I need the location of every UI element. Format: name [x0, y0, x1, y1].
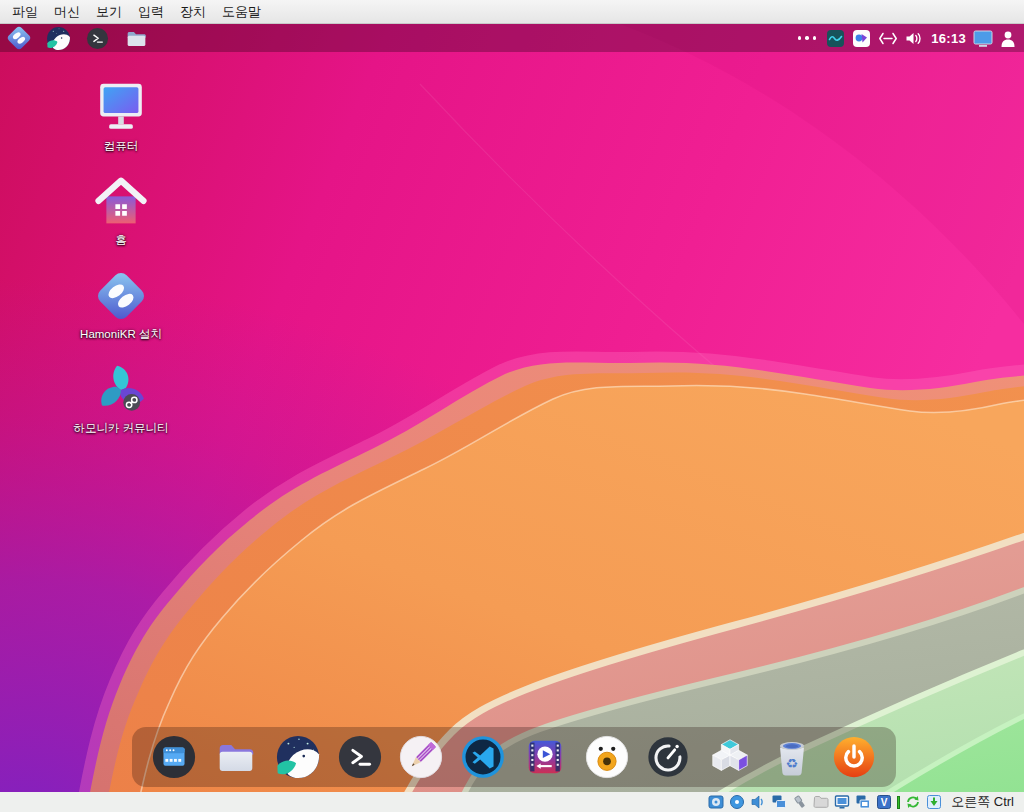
menu-file[interactable]: 파일: [12, 3, 38, 21]
menu-input[interactable]: 입력: [138, 3, 164, 21]
menu-machine[interactable]: 머신: [54, 3, 80, 21]
folder-icon: [124, 26, 149, 51]
tray-overflow-button[interactable]: [798, 36, 817, 40]
display-status-icon[interactable]: [834, 794, 850, 810]
menu-view[interactable]: 보기: [96, 3, 122, 21]
desktop-icon-computer[interactable]: 컴퓨터: [69, 81, 173, 154]
hamonikr-logo-icon: [6, 25, 32, 51]
dock-audio-player[interactable]: [583, 734, 630, 781]
terminal-icon: [337, 734, 383, 780]
usb-status-icon[interactable]: [792, 794, 808, 810]
app-launcher-icon: [151, 734, 197, 780]
menu-help[interactable]: 도움말: [222, 3, 261, 21]
harddisk-status-icon[interactable]: [708, 794, 724, 810]
video-player-icon: [522, 734, 568, 780]
dock-file-manager[interactable]: [213, 734, 260, 781]
volume-tray-icon[interactable]: [905, 31, 924, 46]
desktop-icons: 컴퓨터 홈 HamoniKR 설치 하모니카 커뮤니티: [69, 81, 173, 457]
dock-software-center[interactable]: [707, 734, 754, 781]
dock-video-player[interactable]: [521, 734, 568, 781]
desktop-icon-label: HamoniKR 설치: [80, 327, 162, 342]
audio-player-icon: [584, 734, 630, 780]
clock[interactable]: 16:13: [931, 31, 966, 46]
shared-folders-status-icon[interactable]: [813, 794, 829, 810]
virtualbox-window: 파일 머신 보기 입력 장치 도움말: [0, 0, 1024, 812]
whale-browser-icon: [275, 734, 321, 780]
network-status-icon[interactable]: [771, 794, 787, 810]
mouse-integration-status-icon[interactable]: [926, 794, 942, 810]
dock-system-monitor[interactable]: [645, 734, 692, 781]
desktop-icon-home[interactable]: 홈: [69, 175, 173, 248]
text-editor-icon: [398, 734, 444, 780]
file-manager-icon: [213, 734, 259, 780]
whale-browser-launcher[interactable]: [45, 25, 71, 51]
wave-app-tray-icon[interactable]: [826, 29, 845, 48]
audio-status-icon[interactable]: [750, 794, 766, 810]
trash-icon: ♻: [769, 734, 815, 780]
network-tray-icon[interactable]: [878, 32, 898, 45]
panel-launchers: [6, 25, 149, 51]
desktop-icon-label: 하모니카 커뮤니티: [73, 421, 168, 436]
desktop-icon-label: 컴퓨터: [104, 139, 139, 154]
dock-text-editor[interactable]: [398, 734, 445, 781]
dock: ♻: [132, 727, 896, 787]
vscode-icon: [460, 734, 506, 780]
vbox-menubar: 파일 머신 보기 입력 장치 도움말: [0, 0, 1024, 24]
dock-terminal[interactable]: [336, 734, 383, 781]
dock-power[interactable]: [830, 734, 877, 781]
hamonikr-menu-button[interactable]: [6, 25, 32, 51]
terminal-launcher[interactable]: [84, 25, 110, 51]
activity-indicator: [897, 796, 900, 809]
system-tray: 16:13: [798, 29, 1016, 48]
svg-text:♻: ♻: [785, 756, 798, 772]
vbox-features-status-icon[interactable]: V: [876, 794, 892, 810]
hamonikr-install-icon: [94, 269, 148, 323]
auto-resize-status-icon[interactable]: [905, 794, 921, 810]
menu-devices[interactable]: 장치: [180, 3, 206, 21]
dock-whale-browser[interactable]: [274, 734, 321, 781]
desktop-icon-hamonikr-install[interactable]: HamoniKR 설치: [69, 269, 173, 342]
dock-trash[interactable]: ♻: [768, 734, 815, 781]
optical-disc-status-icon[interactable]: [729, 794, 745, 810]
dock-app-launcher[interactable]: [151, 734, 198, 781]
dock-vscode[interactable]: [460, 734, 507, 781]
desktop-icon-hamonika-community[interactable]: 하모니카 커뮤니티: [69, 363, 173, 436]
software-center-icon: [707, 734, 753, 780]
messenger-tray-icon[interactable]: [852, 29, 871, 48]
user-tray-icon[interactable]: [1000, 30, 1016, 47]
hamonika-community-icon: [94, 363, 148, 417]
vbox-statusbar: V 오른쪽 Ctrl: [0, 792, 1024, 812]
host-key-label: 오른쪽 Ctrl: [951, 793, 1014, 811]
recording-status-icon[interactable]: [855, 794, 871, 810]
file-manager-launcher[interactable]: [123, 25, 149, 51]
home-icon: [94, 175, 148, 229]
terminal-icon: [86, 27, 109, 50]
power-icon: [831, 734, 877, 780]
whale-browser-icon: [46, 26, 71, 51]
top-panel: 16:13: [0, 24, 1024, 52]
svg-text:V: V: [881, 797, 888, 808]
system-monitor-icon: [645, 734, 691, 780]
desktop: 16:13 컴퓨터 홈 Hamo: [0, 24, 1024, 792]
computer-icon: [94, 81, 148, 135]
display-tray-icon[interactable]: [973, 30, 993, 47]
desktop-icon-label: 홈: [115, 233, 127, 248]
